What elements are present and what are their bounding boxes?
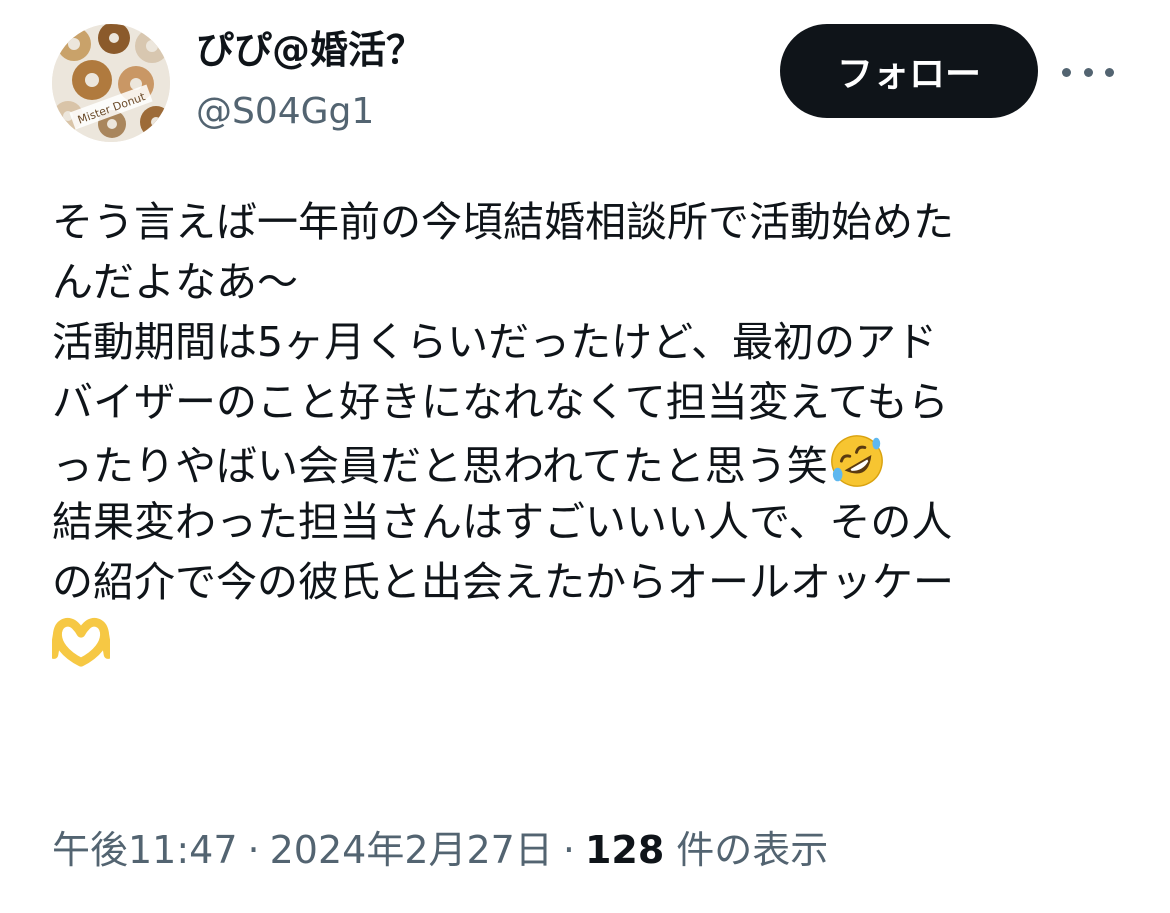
tweet-line: バイザーのこと好きになれなくて担当変えてもら [52,378,949,426]
tweet-line-text: ったりやばい会員だと思われてたと思う笑 [52,442,828,490]
tweet-line: 活動期間は5ヶ月くらいだったけど、最初のアド [52,318,938,366]
tweet-time[interactable]: 午後11:47 [52,828,238,872]
meta-separator: · [562,828,575,872]
follow-button[interactable]: フォロー [780,24,1038,118]
heart-hands-emoji [52,617,110,667]
avatar-image: Mister Donut [52,24,170,142]
tweet-date[interactable]: 2024年2月27日 [270,828,553,872]
views-count: 128 [584,828,665,872]
meta-separator: · [247,828,260,872]
more-horizontal-icon[interactable] [1062,52,1114,92]
tweet-line: そう言えば一年前の今頃結婚相談所で活動始めた [52,198,954,246]
tweet-line-with-emoji: ったりやばい会員だと思われてたと思う笑 [52,432,1132,492]
tweet-line: んだよなあ〜 [52,258,298,306]
avatar[interactable]: Mister Donut [52,24,170,142]
more-dot [1105,67,1114,77]
views-label: 件の表示 [676,828,829,872]
tweet-line: 結果変わった担当さんはすごいいい人で、その人 [52,498,953,546]
more-dot [1062,67,1071,77]
tweet-line: の紹介で今の彼氏と出会えたからオールオッケー [52,558,954,606]
rolling-on-floor-laughing-emoji [830,435,883,487]
more-dot [1083,67,1093,77]
tweet-text: そう言えば一年前の今頃結婚相談所で活動始めた んだよなあ〜 活動期間は5ヶ月くら… [52,192,1132,672]
display-name[interactable]: ぴぴ@婚活？ [196,28,424,74]
tweet-line-emoji [52,612,1132,672]
user-handle[interactable]: @S04Gg1 [196,90,374,133]
tweet-card: Mister Donut ぴぴ@婚活？ @S04Gg1 フォロー そう言えば一年… [0,0,1170,913]
tweet-meta: 午後11:47 · 2024年2月27日 · 128 件の表示 [52,820,828,880]
